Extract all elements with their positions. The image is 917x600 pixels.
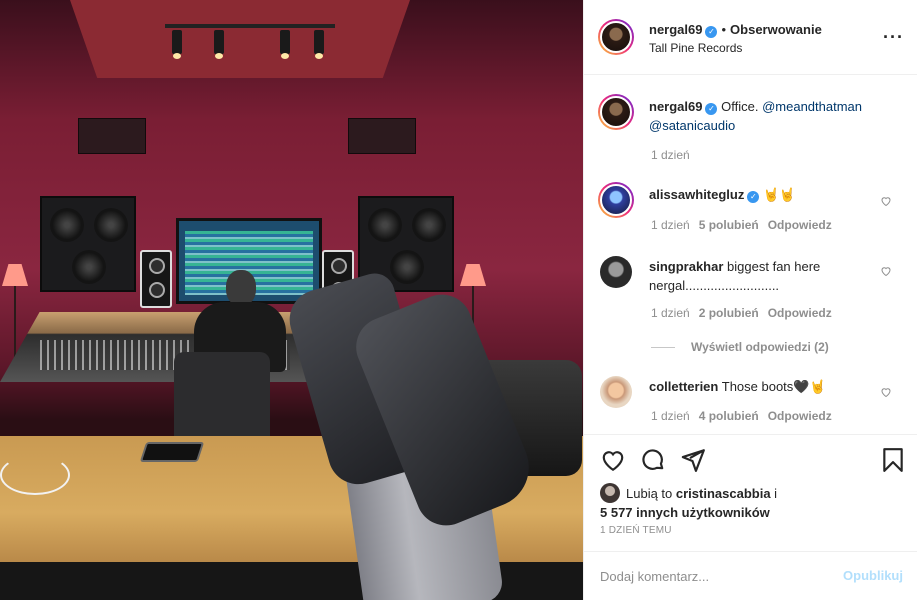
comment-text: singprakhar biggest fan here nergal.....…	[649, 257, 881, 295]
lamp-left	[2, 264, 28, 286]
avatar[interactable]	[598, 19, 634, 55]
publish-button[interactable]: Opublikuj	[843, 568, 903, 583]
post-location[interactable]: Tall Pine Records	[649, 41, 742, 55]
post-author-username[interactable]: nergal69	[649, 22, 702, 37]
chair	[174, 352, 270, 444]
comment-meta: 1 dzień 4 polubień Odpowiedz	[651, 409, 841, 423]
post-header: nergal69 ✓ • Obserwowanie Tall Pine Records…	[584, 0, 917, 75]
share-paper-plane-icon[interactable]	[680, 447, 706, 473]
comment-likes[interactable]: 2 polubień	[699, 306, 759, 320]
main-speaker-left	[40, 196, 136, 292]
comment-text: alissawhitegluz ✓ 🤘🤘	[649, 185, 881, 204]
comment-input[interactable]	[600, 566, 830, 586]
spotlight	[214, 30, 224, 59]
reply-button[interactable]: Odpowiedz	[768, 409, 832, 423]
comment-bubble-icon[interactable]	[640, 447, 666, 473]
post-timestamp[interactable]: 1 DZIEŃ TEMU	[600, 525, 672, 536]
acoustic-panel	[348, 118, 416, 154]
following-button[interactable]: Obserwowanie	[730, 22, 822, 37]
earphones	[0, 455, 70, 495]
comment-meta: 1 dzień 2 polubień Odpowiedz	[651, 306, 841, 320]
likes-summary: Lubią to cristinascabbia i 5 577 innych …	[600, 483, 777, 522]
caption-meta: 1 dzień	[651, 148, 699, 162]
liker-avatar[interactable]	[600, 483, 620, 503]
comment-likes[interactable]: 4 polubień	[699, 409, 759, 423]
avatar[interactable]	[600, 376, 632, 408]
divider	[651, 347, 675, 349]
spotlight	[280, 30, 290, 59]
comment-username[interactable]: alissawhitegluz	[649, 187, 744, 202]
studio-monitor-left	[140, 250, 172, 308]
comment-username[interactable]: singprakhar	[649, 259, 723, 274]
like-comment-heart-icon[interactable]	[880, 195, 892, 207]
post-side-panel: nergal69 ✓ • Obserwowanie Tall Pine Records…	[583, 0, 917, 600]
ceiling-panel	[70, 0, 410, 78]
comment-meta: 1 dzień 5 polubień Odpowiedz	[651, 218, 841, 232]
comment-body: Those boots🖤🤘	[721, 379, 826, 394]
caption-body: Office.	[721, 99, 759, 114]
comment-body: 🤘🤘	[763, 187, 796, 202]
header-line: nergal69 ✓ • Obserwowanie	[649, 22, 822, 38]
caption-time[interactable]: 1 dzień	[651, 148, 690, 162]
reply-button[interactable]: Odpowiedz	[768, 306, 832, 320]
acoustic-panel	[78, 118, 146, 154]
caption-text: nergal69 ✓ Office. @meandthatman @satanic…	[649, 97, 881, 135]
verified-badge-icon: ✓	[705, 26, 718, 38]
lamp-right	[460, 264, 486, 286]
avatar[interactable]	[598, 94, 634, 130]
like-comment-heart-icon[interactable]	[880, 386, 892, 398]
mention-link[interactable]: @satanicaudio	[649, 118, 735, 133]
smartphone	[139, 442, 205, 462]
comment-username[interactable]: colletterien	[649, 379, 718, 394]
lamp-pole	[14, 285, 16, 365]
save-bookmark-icon[interactable]	[880, 447, 906, 473]
post-photo[interactable]	[0, 0, 583, 600]
comment-time[interactable]: 1 dzień	[651, 218, 690, 232]
view-replies-button[interactable]: Wyświetl odpowiedzi (2)	[651, 340, 829, 354]
comment-text: colletterien Those boots🖤🤘	[649, 377, 881, 396]
avatar[interactable]	[600, 256, 632, 288]
verified-badge-icon: ✓	[705, 103, 718, 115]
add-comment-bar: Opublikuj	[584, 551, 917, 600]
view-replies-label[interactable]: Wyświetl odpowiedzi (2)	[691, 340, 829, 354]
separator-dot: •	[721, 22, 727, 37]
liker-username[interactable]: cristinascabbia	[676, 486, 771, 501]
mention-link[interactable]: @meandthatman	[762, 99, 862, 114]
likes-conj: i	[774, 486, 778, 501]
caption-username[interactable]: nergal69	[649, 99, 702, 114]
comment-likes[interactable]: 5 polubień	[699, 218, 759, 232]
like-comment-heart-icon[interactable]	[880, 265, 892, 277]
spotlight	[172, 30, 182, 59]
comment-time[interactable]: 1 dzień	[651, 409, 690, 423]
spotlight	[314, 30, 324, 59]
light-track	[165, 24, 335, 28]
reply-button[interactable]: Odpowiedz	[768, 218, 832, 232]
verified-badge-icon: ✓	[747, 191, 760, 203]
like-heart-icon[interactable]	[600, 447, 626, 473]
more-options-icon[interactable]: ···	[883, 28, 904, 46]
comment-time[interactable]: 1 dzień	[651, 306, 690, 320]
likes-prefix: Lubią to	[626, 486, 673, 501]
other-likers-link[interactable]: 5 577 innych użytkowników	[600, 505, 770, 520]
avatar[interactable]	[598, 182, 634, 218]
